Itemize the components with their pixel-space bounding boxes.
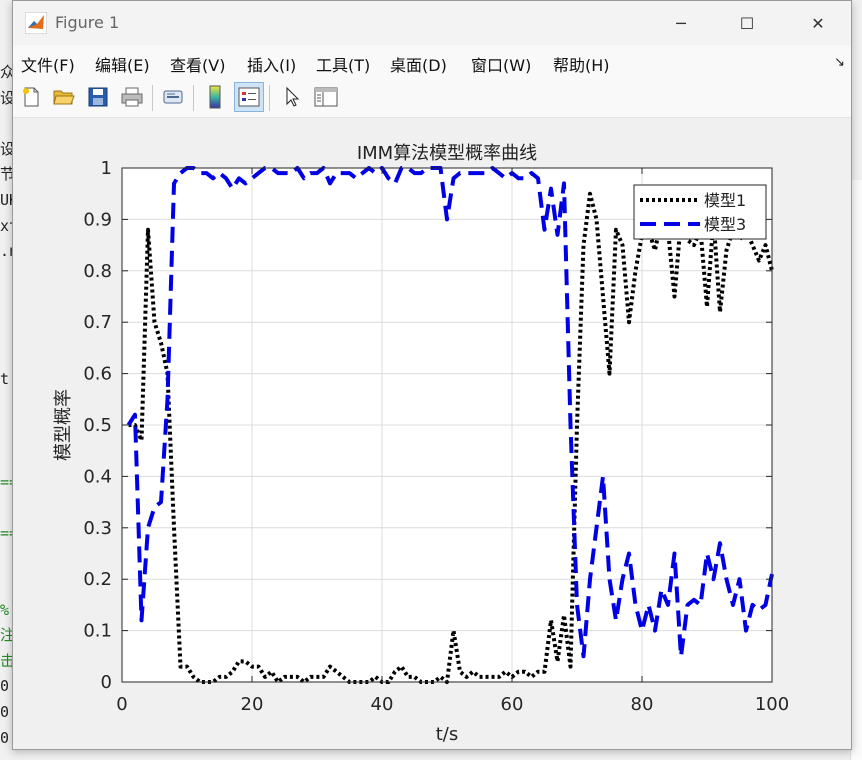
legend-icon[interactable] (234, 82, 264, 112)
y-tick-label: 0.8 (83, 261, 112, 282)
x-tick-label: 0 (116, 694, 127, 715)
y-tick-label: 0.6 (83, 364, 112, 385)
menu-dock-arrow-icon[interactable]: ↘ (834, 55, 845, 70)
new-figure-icon[interactable] (16, 82, 46, 112)
title-bar[interactable]: Figure 1 ─ ☐ ✕ (13, 1, 851, 45)
x-tick-label: 60 (501, 694, 524, 715)
minimize-button[interactable]: ─ (658, 1, 704, 45)
x-axis-label: t/s (436, 724, 459, 745)
toolbar-separator (152, 85, 153, 111)
pointer-icon[interactable] (277, 82, 307, 112)
y-tick-label: 0 (101, 672, 112, 693)
y-tick-label: 1 (101, 158, 112, 179)
maximize-button[interactable]: ☐ (724, 1, 770, 45)
chart-title: IMM算法模型概率曲线 (357, 143, 537, 164)
background-code-line: % (0, 600, 10, 619)
menu-edit[interactable]: 编辑(E) (95, 52, 150, 76)
y-tick-label: 0.2 (83, 569, 112, 590)
background-code-line: 0 (0, 703, 10, 721)
matlab-icon (24, 11, 48, 35)
menu-help[interactable]: 帮助(H) (553, 52, 610, 76)
toolbar-separator (269, 85, 270, 111)
print-icon[interactable] (117, 82, 147, 112)
menu-window[interactable]: 窗口(W) (471, 52, 531, 76)
background-code-line: t (0, 370, 10, 389)
y-axis-label: 模型概率 (53, 389, 74, 461)
y-tick-label: 0.4 (83, 466, 112, 487)
figure-canvas: 0 20 40 60 80 100 0 0.1 0.2 0.3 0.4 0.5 0.6 0.7 0.8 0.9… (13, 118, 851, 749)
toolbar-separator (193, 85, 194, 111)
menu-file[interactable]: 文件(F) (21, 52, 75, 76)
y-tick-label: 0.7 (83, 312, 112, 333)
menu-desktop[interactable]: 桌面(D) (390, 52, 447, 76)
tool-bar (13, 79, 851, 118)
legend-box (633, 184, 767, 240)
window-title: Figure 1 (55, 13, 120, 32)
legend-label: 模型1 (704, 191, 746, 210)
x-tick-label: 40 (371, 694, 394, 715)
colorbar-icon[interactable] (200, 82, 230, 112)
x-tick-label: 20 (241, 694, 264, 715)
model-probability-plot[interactable]: 0 20 40 60 80 100 0 0.1 0.2 0.3 0.4 0.5 0.6 0.7 0.8 0.9… (13, 118, 851, 749)
property-inspector-icon[interactable] (311, 82, 341, 112)
menu-bar: 文件(F) 编辑(E) 查看(V) 插入(I) 工具(T) 桌面(D) 窗口(W… (13, 45, 851, 79)
y-tick-label: 0.1 (83, 621, 112, 642)
legend-label: 模型3 (704, 215, 746, 234)
menu-insert[interactable]: 插入(I) (247, 52, 296, 76)
open-folder-icon[interactable] (49, 82, 79, 112)
x-tick-label: 80 (631, 694, 654, 715)
x-tick-label: 100 (755, 694, 789, 715)
save-icon[interactable] (83, 82, 113, 112)
figure-window: Figure 1 ─ ☐ ✕ 文件(F) 编辑(E) 查看(V) 插入(I) 工… (12, 0, 852, 750)
y-tick-label: 0.5 (83, 415, 112, 436)
link-plot-icon[interactable] (158, 82, 188, 112)
close-button[interactable]: ✕ (795, 1, 841, 45)
legend[interactable]: 模型1模型3 (633, 184, 767, 240)
y-tick-label: 0.3 (83, 518, 112, 539)
y-tick-label: 0.9 (83, 209, 112, 230)
menu-view[interactable]: 查看(V) (170, 52, 225, 76)
menu-tools[interactable]: 工具(T) (316, 52, 370, 76)
